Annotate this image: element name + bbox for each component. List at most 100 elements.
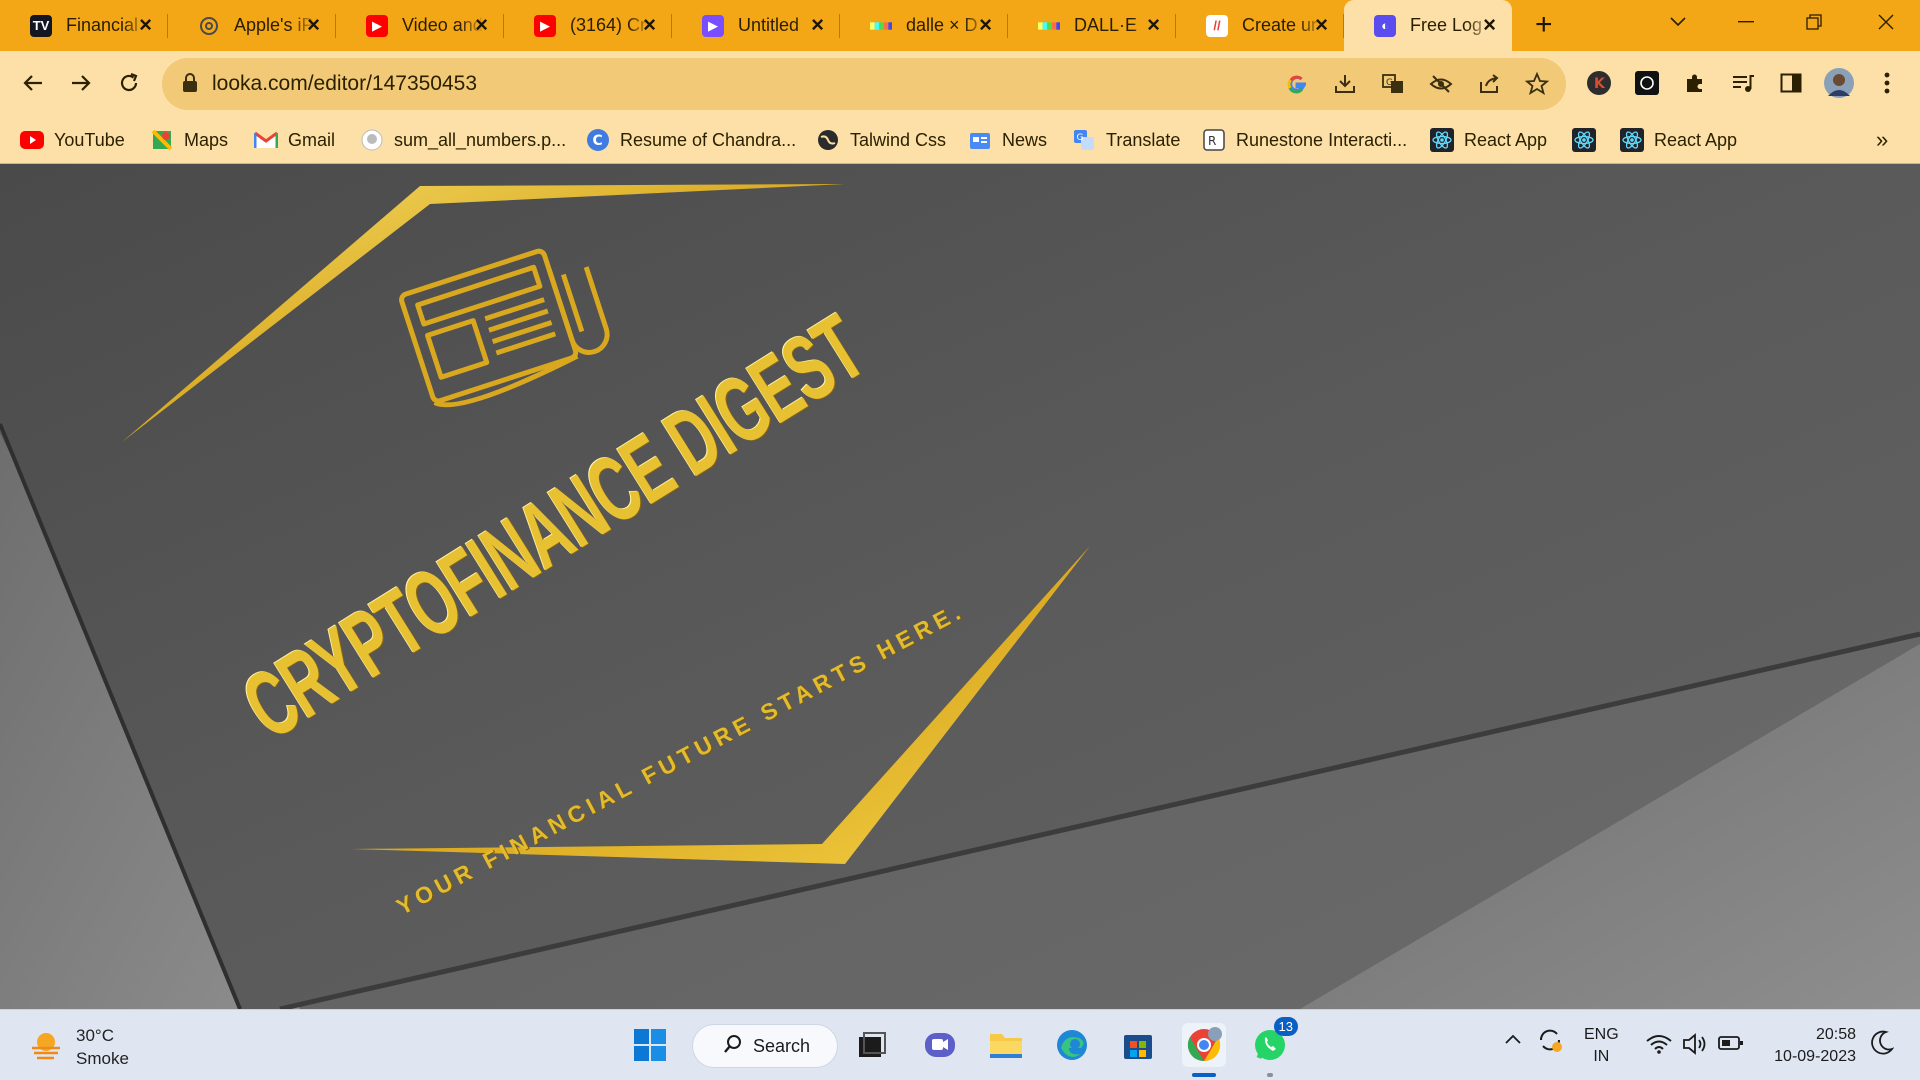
- gmail-icon: [254, 128, 278, 152]
- bookmark-maps[interactable]: Maps: [150, 125, 228, 155]
- bookmark-youtube[interactable]: YouTube: [20, 125, 125, 155]
- share-icon[interactable]: [1476, 71, 1502, 97]
- side-panel-icon[interactable]: [1774, 66, 1808, 100]
- chrome-taskbar-icon[interactable]: [1182, 1023, 1226, 1067]
- menu-kebab-icon[interactable]: [1870, 66, 1904, 100]
- bookmark-runestone[interactable]: R Runestone Interacti...: [1202, 125, 1407, 155]
- weather-description: Smoke: [76, 1049, 129, 1068]
- tab-search-button[interactable]: [1644, 0, 1712, 44]
- weather-widget[interactable]: 30°C Smoke: [28, 1024, 129, 1070]
- file-explorer-icon[interactable]: [984, 1023, 1028, 1067]
- bookmark-label: React App: [1654, 129, 1738, 150]
- windows-taskbar: 30°C Smoke Search 13 ENG IN 20:58 10-09-…: [0, 1009, 1920, 1080]
- bookmark-react-app-2[interactable]: React App: [1620, 125, 1737, 155]
- tab-youtube-3164[interactable]: ▶ (3164) Cr ×: [504, 0, 672, 51]
- translate-page-icon[interactable]: G: [1380, 71, 1406, 97]
- restore-button[interactable]: [1780, 0, 1848, 44]
- bookmark-label: Maps: [184, 129, 229, 150]
- bookmark-label: Translate: [1106, 129, 1181, 150]
- minimize-button[interactable]: [1712, 0, 1780, 44]
- bookmark-translate[interactable]: G Translate: [1072, 125, 1180, 155]
- bookmark-star-icon[interactable]: [1524, 71, 1550, 97]
- bookmark-label: React App: [1464, 129, 1548, 150]
- microsoft-store-icon[interactable]: [1116, 1023, 1160, 1067]
- bookmark-label: Runestone Interacti...: [1236, 129, 1408, 150]
- bookmark-react-icon-only[interactable]: [1572, 125, 1596, 155]
- taskbar-search[interactable]: Search: [692, 1024, 838, 1068]
- url-text[interactable]: looka.com/editor/147350453: [212, 72, 477, 96]
- bookmark-news[interactable]: News: [968, 125, 1047, 155]
- lock-icon[interactable]: [182, 73, 198, 98]
- bookmark-resume[interactable]: C Resume of Chandra...: [586, 125, 796, 155]
- install-app-icon[interactable]: [1332, 71, 1358, 97]
- news-icon: [968, 128, 992, 152]
- bookmark-label: sum_all_numbers.p...: [394, 129, 567, 150]
- volume-icon[interactable]: [1682, 1032, 1708, 1061]
- battery-icon[interactable]: [1718, 1035, 1744, 1056]
- close-icon[interactable]: ×: [139, 14, 152, 36]
- bookmark-react-app-1[interactable]: React App: [1430, 125, 1547, 155]
- bookmark-label: News: [1002, 129, 1048, 150]
- close-icon[interactable]: ×: [643, 14, 656, 36]
- region-code: IN: [1593, 1048, 1610, 1065]
- github-icon: [360, 128, 384, 152]
- close-icon[interactable]: ×: [1147, 14, 1160, 36]
- tab-youtube-video[interactable]: ▶ Video and ×: [336, 0, 504, 51]
- new-tab-button[interactable]: +: [1535, 10, 1553, 40]
- start-button[interactable]: [628, 1023, 672, 1067]
- svg-text:R: R: [1208, 134, 1216, 148]
- extension-k-icon[interactable]: K: [1582, 66, 1616, 100]
- back-button[interactable]: [13, 63, 53, 103]
- tab-chatgpt[interactable]: Apple's iPhone ×: [168, 0, 336, 51]
- tab-free-logo[interactable]: ◐ Free Log ×: [1344, 0, 1512, 51]
- tab-untitled[interactable]: ▶ Untitled ×: [672, 0, 840, 51]
- tab-title: DALL·E: [1074, 15, 1138, 35]
- teams-chat-icon[interactable]: [918, 1023, 962, 1067]
- task-view-icon[interactable]: [850, 1023, 894, 1067]
- extensions-puzzle-icon[interactable]: [1678, 66, 1712, 100]
- tab-dalle[interactable]: DALL·E ×: [1008, 0, 1176, 51]
- eye-off-icon[interactable]: [1428, 71, 1454, 97]
- bookmark-tailwind[interactable]: Talwind Css: [816, 125, 946, 155]
- svg-text:G: G: [1386, 78, 1393, 88]
- reload-button[interactable]: [109, 63, 149, 103]
- close-icon[interactable]: ×: [979, 14, 992, 36]
- bookmark-gmail[interactable]: Gmail: [254, 125, 335, 155]
- close-icon[interactable]: ×: [811, 14, 824, 36]
- sync-status-icon[interactable]: [1536, 1026, 1564, 1059]
- more-bookmarks-button[interactable]: »: [1876, 125, 1888, 155]
- tab-title: Untitled: [738, 15, 800, 35]
- google-icon[interactable]: [1284, 71, 1310, 97]
- edge-browser-icon[interactable]: [1050, 1023, 1094, 1067]
- focus-moon-icon[interactable]: [1870, 1030, 1895, 1061]
- wifi-icon[interactable]: [1646, 1034, 1672, 1059]
- chatgpt-icon: [198, 15, 220, 37]
- openai-bar-icon: [870, 15, 892, 37]
- tab-financial[interactable]: TV Financial ×: [0, 0, 168, 51]
- translate-icon: G: [1072, 128, 1096, 152]
- bookmark-github[interactable]: sum_all_numbers.p...: [360, 125, 566, 155]
- tab-create[interactable]: // Create ur ×: [1176, 0, 1344, 51]
- tab-dalle-search[interactable]: dalle × D ×: [840, 0, 1008, 51]
- canva-icon: //: [1206, 14, 1228, 37]
- bookmark-label: Gmail: [288, 129, 336, 150]
- whatsapp-icon[interactable]: 13: [1248, 1017, 1298, 1067]
- search-icon: [723, 1034, 743, 1059]
- media-control-icon[interactable]: [1726, 66, 1760, 100]
- close-icon[interactable]: ×: [1315, 14, 1328, 36]
- tab-title: Apple's iPhone: [234, 15, 316, 35]
- forward-button[interactable]: [61, 63, 101, 103]
- close-icon[interactable]: ×: [1483, 14, 1496, 36]
- c-icon: C: [586, 128, 610, 152]
- input-language-indicator[interactable]: ENG IN: [1584, 1024, 1619, 1068]
- address-bar[interactable]: looka.com/editor/147350453 G: [162, 58, 1566, 110]
- close-icon[interactable]: ×: [475, 14, 488, 36]
- chrome-active-indicator: [1192, 1073, 1216, 1077]
- clipchamp-icon: ▶: [702, 14, 724, 37]
- chatgpt-extension-icon[interactable]: [1630, 66, 1664, 100]
- system-clock[interactable]: 20:58 10-09-2023: [1760, 1024, 1856, 1068]
- close-window-button[interactable]: [1852, 0, 1920, 44]
- close-icon[interactable]: ×: [307, 14, 320, 36]
- profile-avatar[interactable]: [1822, 66, 1856, 100]
- show-hidden-icons-chevron[interactable]: [1504, 1032, 1522, 1050]
